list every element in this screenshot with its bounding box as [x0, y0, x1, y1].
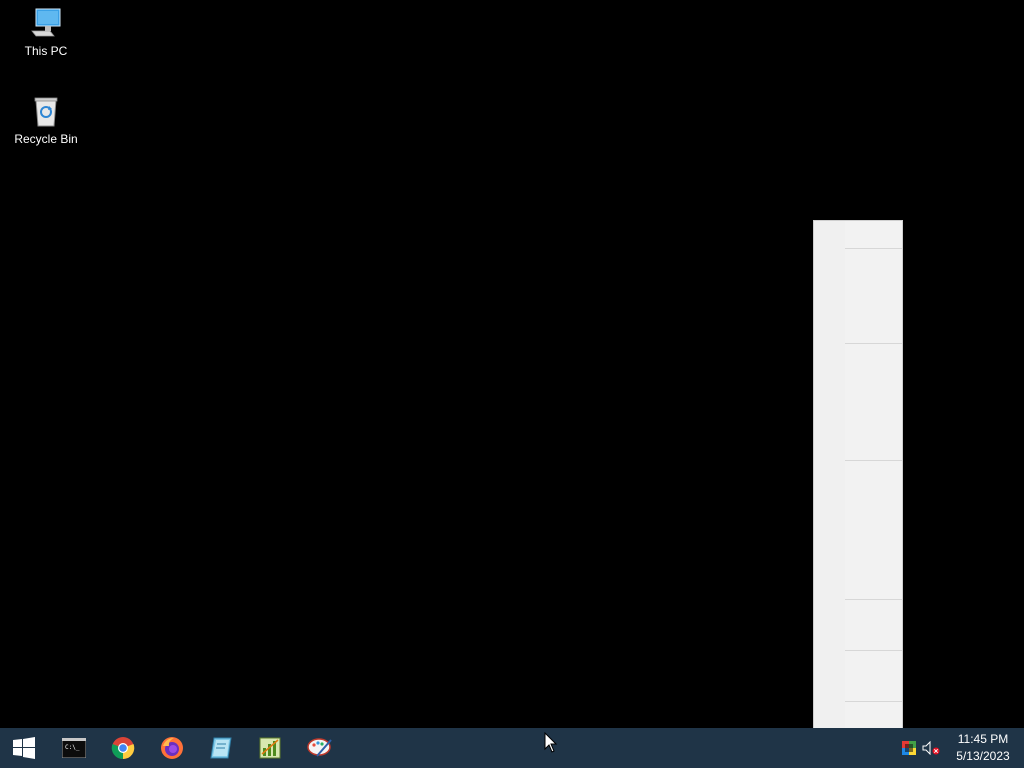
taskbar-clock[interactable]: 11:45 PM 5/13/2023 — [942, 728, 1024, 768]
paint-app-icon — [307, 738, 332, 757]
menu-icon-gutter — [814, 221, 845, 758]
mouse-cursor-icon — [544, 732, 558, 753]
desktop-icon-this-pc[interactable]: This PC — [8, 6, 84, 58]
menu-separator — [845, 701, 902, 702]
start-button[interactable] — [0, 728, 48, 768]
svg-text:C:\_: C:\_ — [65, 744, 80, 751]
firefox-icon — [161, 737, 183, 759]
menu-separator — [845, 460, 902, 461]
recycle-bin-icon — [34, 97, 58, 127]
computer-icon — [31, 8, 61, 37]
firefox-taskbar-button[interactable] — [148, 728, 196, 768]
notebook-app-taskbar-button[interactable] — [197, 728, 245, 768]
command-prompt-icon: C:\_ — [62, 738, 86, 758]
volume-muted-icon — [922, 741, 940, 755]
menu-separator — [845, 248, 902, 249]
tray-volume-button[interactable] — [920, 728, 942, 768]
context-menu-panel[interactable] — [813, 220, 903, 759]
tray-color-app-button[interactable] — [898, 728, 920, 768]
system-tray: 11:45 PM 5/13/2023 — [898, 728, 1024, 768]
desktop-icon-label: This PC — [24, 44, 68, 58]
chart-app-icon — [259, 737, 281, 759]
desktop-icon-recycle-bin[interactable]: Recycle Bin — [8, 94, 84, 146]
chrome-taskbar-button[interactable] — [99, 728, 147, 768]
chrome-icon — [111, 737, 135, 760]
paint-app-taskbar-button[interactable] — [296, 728, 344, 768]
windows-start-icon — [13, 737, 35, 759]
taskbar: C:\_ 11:45 PM 5/13/2023 — [0, 728, 1024, 768]
command-prompt-taskbar-button[interactable]: C:\_ — [50, 728, 98, 768]
notebook-app-icon — [210, 737, 232, 759]
desktop-icon-label: Recycle Bin — [14, 132, 78, 146]
color-app-icon — [902, 741, 916, 755]
desktop[interactable]: This PC Recycle Bin — [0, 0, 1024, 759]
menu-separator — [845, 599, 902, 600]
clock-date: 5/13/2023 — [956, 749, 1010, 763]
menu-separator — [845, 650, 902, 651]
chart-app-taskbar-button[interactable] — [246, 728, 294, 768]
menu-separator — [845, 343, 902, 344]
clock-time: 11:45 PM — [957, 732, 1009, 746]
